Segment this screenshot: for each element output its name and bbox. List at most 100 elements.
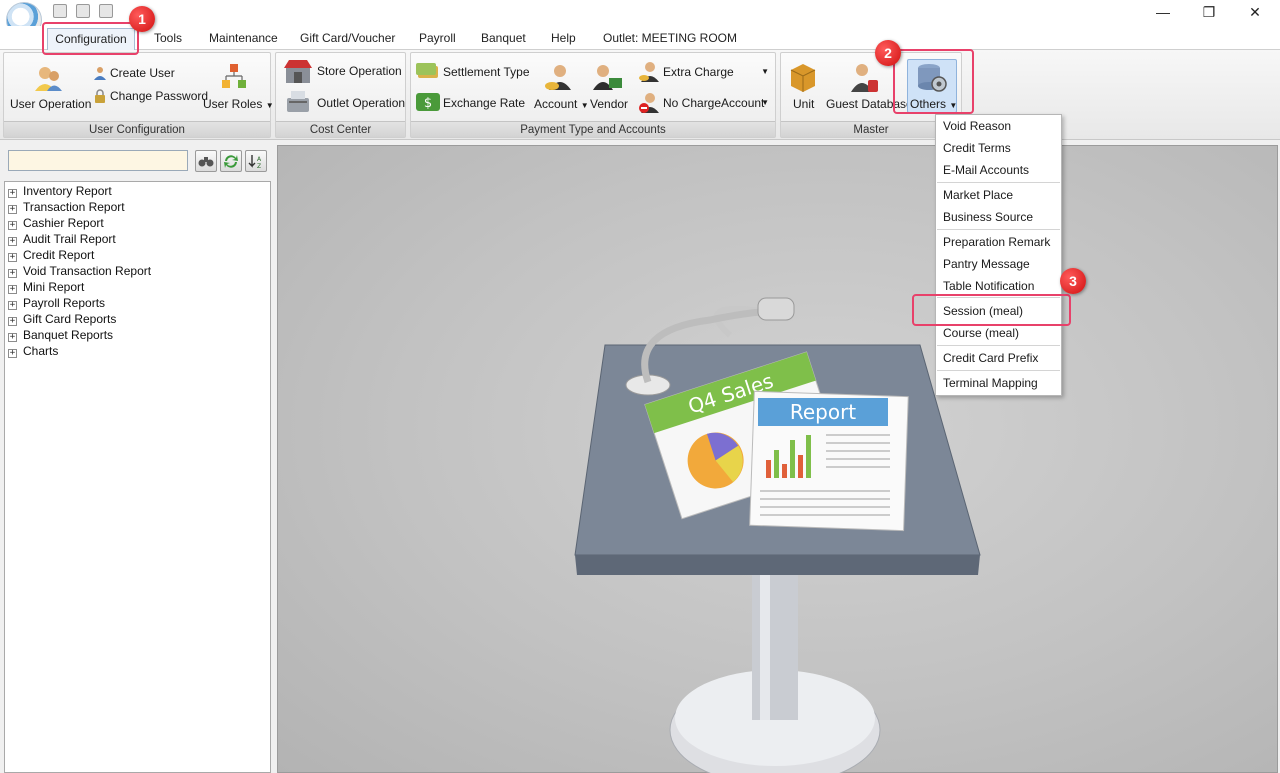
tree-item-charts[interactable]: + Charts xyxy=(8,343,58,359)
settlement-type-button[interactable]: Settlement Type xyxy=(443,65,530,79)
extra-charge-dropdown[interactable]: Extra Charge ▼ xyxy=(663,65,773,79)
create-user-button[interactable]: Create User xyxy=(110,66,175,80)
tree-item-gift-card-reports[interactable]: + Gift Card Reports xyxy=(8,311,116,327)
menu-item-preparation-remark[interactable]: Preparation Remark xyxy=(943,232,1050,252)
expand-icon[interactable]: + xyxy=(8,237,17,246)
expand-icon[interactable]: + xyxy=(8,285,17,294)
extra-charge-icon xyxy=(638,60,660,82)
exchange-rate-button[interactable]: Exchange Rate xyxy=(443,96,525,110)
store-operation-button[interactable]: Store Operation xyxy=(317,64,402,78)
chevron-down-icon: ▼ xyxy=(580,101,589,110)
tree-item-void-transaction-report[interactable]: + Void Transaction Report xyxy=(8,263,151,279)
tree-item-audit-trail-report[interactable]: + Audit Trail Report xyxy=(8,231,116,247)
chevron-down-icon: ▼ xyxy=(265,101,274,110)
tree-item-label: Credit Report xyxy=(23,248,95,262)
expand-icon[interactable]: + xyxy=(8,349,17,358)
tree-item-label: Cashier Report xyxy=(23,216,104,230)
outlet-indicator: Outlet: MEETING ROOM xyxy=(603,31,738,45)
exchange-rate-icon: $ xyxy=(416,91,440,113)
tab-maintenance[interactable]: Maintenance xyxy=(209,30,278,48)
outlet-operation-button[interactable]: Outlet Operation xyxy=(317,96,405,110)
tree-item-credit-report[interactable]: + Credit Report xyxy=(8,247,94,263)
change-password-icon xyxy=(93,89,107,103)
search-input[interactable] xyxy=(8,150,188,171)
tree-item-banquet-reports[interactable]: + Banquet Reports xyxy=(8,327,113,343)
menu-separator xyxy=(937,182,1060,183)
tree-item-label: Mini Report xyxy=(23,280,85,294)
user-operation-button[interactable]: User Operation xyxy=(10,97,91,111)
guest-database-icon xyxy=(848,60,880,94)
expand-icon[interactable]: + xyxy=(8,205,17,214)
annotation-badge-3: 3 xyxy=(1060,268,1086,294)
svg-text:$: $ xyxy=(424,96,432,111)
expand-icon[interactable]: + xyxy=(8,269,17,278)
tree-item-label: Banquet Reports xyxy=(23,328,114,342)
annotation-highlight-others xyxy=(893,49,974,114)
no-charge-account-label: No ChargeAccount xyxy=(663,96,765,110)
vendor-button[interactable]: Vendor xyxy=(590,97,628,111)
expand-icon[interactable]: + xyxy=(8,301,17,310)
menu-item-email-accounts[interactable]: E-Mail Accounts xyxy=(943,160,1029,180)
quick-access-document-icon[interactable] xyxy=(76,4,90,18)
tree-item-label: Transaction Report xyxy=(23,200,125,214)
no-charge-account-dropdown[interactable]: No ChargeAccount ▼ xyxy=(663,96,773,110)
tree-item-label: Payroll Reports xyxy=(23,296,106,310)
account-dropdown[interactable]: Account ▼ xyxy=(534,97,589,111)
report-title-text: Report xyxy=(790,400,856,424)
menu-item-table-notification[interactable]: Table Notification xyxy=(943,276,1034,296)
tree-item-mini-report[interactable]: + Mini Report xyxy=(8,279,84,295)
tree-item-label: Charts xyxy=(23,344,59,358)
sort-az-icon[interactable]: AZ xyxy=(245,150,267,172)
tree-item-label: Gift Card Reports xyxy=(23,312,117,326)
extra-charge-label: Extra Charge xyxy=(663,65,734,79)
restore-button[interactable]: ❐ xyxy=(1186,0,1232,24)
expand-icon[interactable]: + xyxy=(8,333,17,342)
unit-icon xyxy=(787,60,819,94)
tree-item-label: Audit Trail Report xyxy=(23,232,116,246)
menu-item-pantry-message[interactable]: Pantry Message xyxy=(943,254,1030,274)
annotation-badge-2: 2 xyxy=(875,40,901,66)
tab-banquet[interactable]: Banquet xyxy=(481,30,526,48)
unit-button[interactable]: Unit xyxy=(793,97,814,111)
tree-item-transaction-report[interactable]: + Transaction Report xyxy=(8,199,125,215)
annotation-highlight-session-meal xyxy=(912,294,1071,326)
expand-icon[interactable]: + xyxy=(8,221,17,230)
quick-access-print-icon[interactable] xyxy=(99,4,113,18)
expand-icon[interactable]: + xyxy=(8,253,17,262)
tab-tools[interactable]: Tools xyxy=(154,30,182,48)
tab-gift-card-voucher[interactable]: Gift Card/Voucher xyxy=(300,30,395,48)
menu-separator xyxy=(937,370,1060,371)
close-button[interactable]: ✕ xyxy=(1232,0,1278,24)
expand-icon[interactable]: + xyxy=(8,317,17,326)
store-operation-icon xyxy=(283,57,313,85)
settlement-type-icon xyxy=(416,60,440,82)
tab-payroll[interactable]: Payroll xyxy=(419,30,456,48)
binoculars-search-icon[interactable] xyxy=(195,150,217,172)
menu-item-market-place[interactable]: Market Place xyxy=(943,185,1013,205)
tree-item-payroll-reports[interactable]: + Payroll Reports xyxy=(8,295,105,311)
tree-item-cashier-report[interactable]: + Cashier Report xyxy=(8,215,104,231)
user-operation-icon xyxy=(33,63,63,93)
user-roles-label: User Roles xyxy=(203,97,263,111)
user-roles-icon xyxy=(219,62,249,92)
minimize-button[interactable]: — xyxy=(1140,0,1186,24)
menu-item-credit-card-prefix[interactable]: Credit Card Prefix xyxy=(943,348,1038,368)
menu-item-credit-terms[interactable]: Credit Terms xyxy=(943,138,1011,158)
no-charge-account-icon xyxy=(638,91,660,113)
menu-item-business-source[interactable]: Business Source xyxy=(943,207,1033,227)
menu-separator xyxy=(937,345,1060,346)
user-roles-dropdown[interactable]: User Roles ▼ xyxy=(203,97,274,111)
group-label-cost-center: Cost Center xyxy=(276,121,405,137)
svg-text:Z: Z xyxy=(257,163,261,169)
menu-item-course-meal[interactable]: Course (meal) xyxy=(943,323,1019,343)
tab-help[interactable]: Help xyxy=(551,30,576,48)
vendor-icon xyxy=(591,62,623,92)
menu-item-terminal-mapping[interactable]: Terminal Mapping xyxy=(943,373,1038,393)
refresh-icon[interactable] xyxy=(220,150,242,172)
change-password-button[interactable]: Change Password xyxy=(110,89,208,103)
group-label-payment-type-accounts: Payment Type and Accounts xyxy=(411,121,775,137)
expand-icon[interactable]: + xyxy=(8,189,17,198)
menu-item-void-reason[interactable]: Void Reason xyxy=(943,116,1011,136)
quick-access-apps-icon[interactable] xyxy=(53,4,67,18)
tree-item-inventory-report[interactable]: + Inventory Report xyxy=(8,183,112,199)
